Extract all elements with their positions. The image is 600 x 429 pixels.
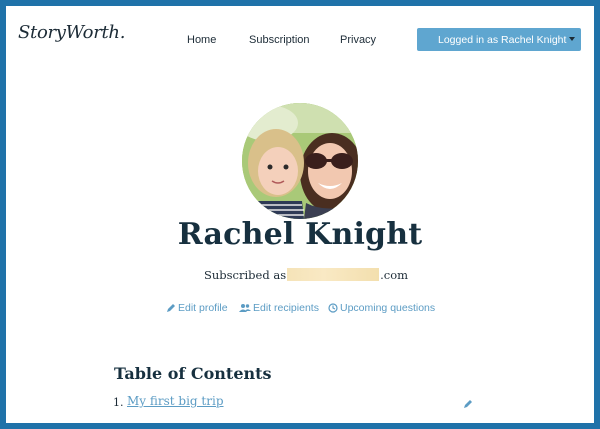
nav-subscription-link[interactable]: Subscription [249,34,310,46]
subscribed-as-line: Subscribed as .com [204,268,408,282]
edit-profile-label: Edit profile [178,302,228,314]
profile-avatar [242,103,358,219]
clock-icon [328,303,338,313]
avatar-photo [242,103,358,219]
edit-story-button[interactable] [463,396,473,414]
pencil-icon [464,400,472,408]
profile-name: Rachel Knight [177,217,423,252]
users-icon [239,304,251,312]
subscribed-prefix: Subscribed as [204,268,287,282]
nav-home-link[interactable]: Home [187,34,216,46]
toc-item-link[interactable]: My first big trip [127,394,224,408]
subscribed-suffix: .com [380,268,409,282]
pencil-icon [167,304,175,312]
edit-profile-link[interactable]: Edit profile [166,302,228,314]
toc-heading: Table of Contents [114,364,272,383]
edit-recipients-label: Edit recipients [253,302,319,314]
edit-recipients-link[interactable]: Edit recipients [239,302,319,314]
upcoming-questions-link[interactable]: Upcoming questions [328,302,435,314]
account-dropdown-button[interactable]: Logged in as Rachel Knight [417,28,581,51]
app-window: StoryWorth. Home Subscription Privacy Lo… [0,0,600,429]
caret-down-icon [569,37,575,41]
redacted-email [287,268,380,281]
nav-privacy-link[interactable]: Privacy [340,34,376,46]
account-button-label: Logged in as Rachel Knight [438,33,567,46]
storyworth-logo[interactable]: StoryWorth. [18,22,125,43]
upcoming-questions-label: Upcoming questions [340,302,436,314]
toc-item-number: 1. [113,396,124,409]
